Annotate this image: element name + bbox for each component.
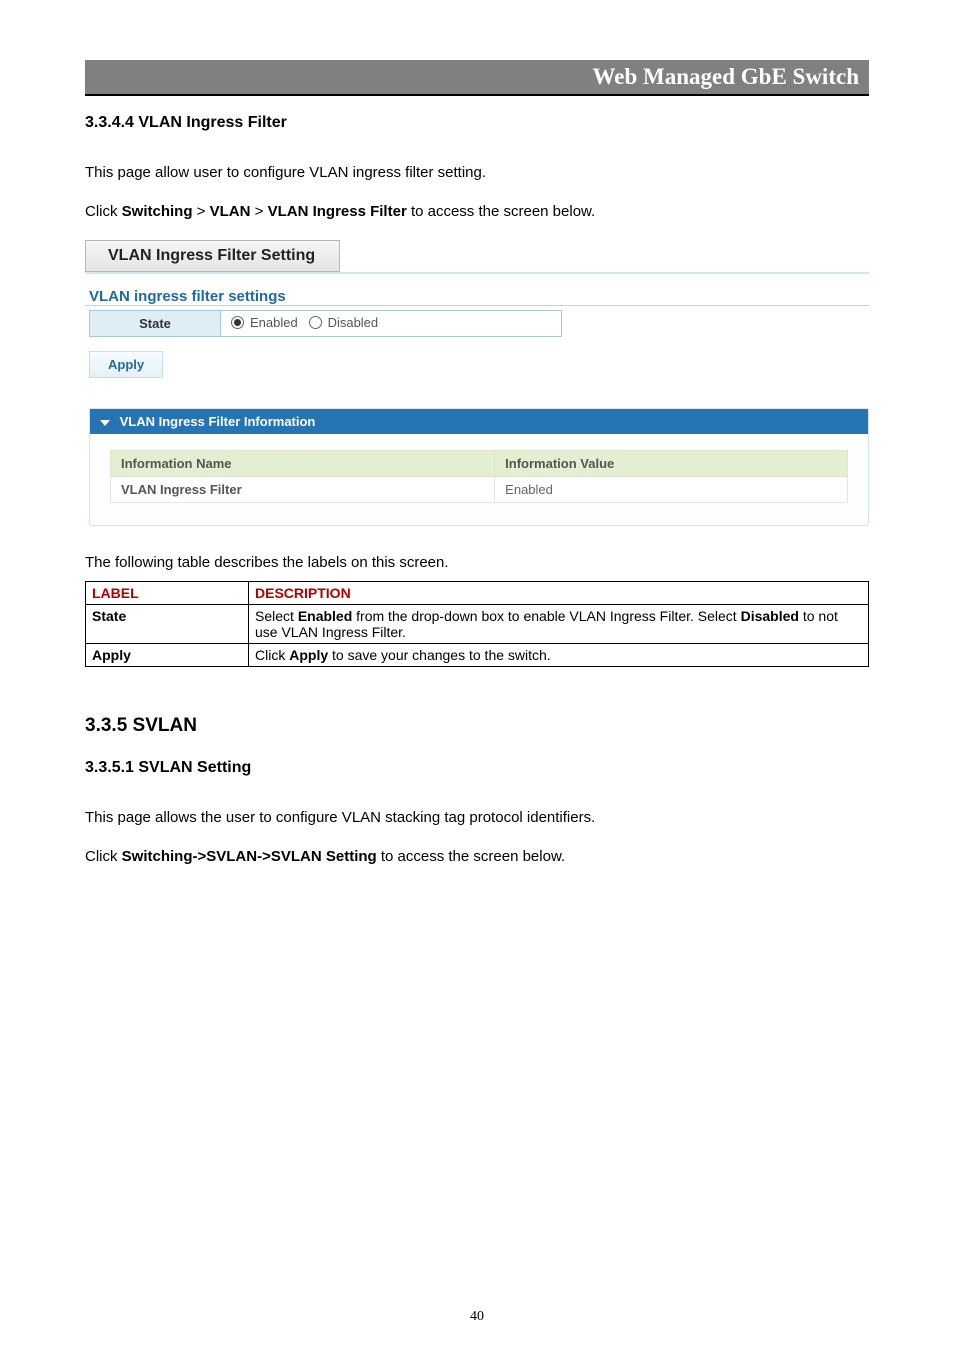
table-row: State Select Enabled from the drop-down …	[86, 605, 869, 644]
table-row: State Enabled Disabled	[90, 311, 562, 337]
section2-nav: Click Switching->SVLAN->SVLAN Setting to…	[85, 846, 869, 867]
desc-col-label: LABEL	[86, 582, 249, 605]
description-table: LABEL DESCRIPTION State Select Enabled f…	[85, 581, 869, 667]
nav-vlan: VLAN	[210, 203, 251, 220]
state-disabled-option[interactable]: Disabled	[309, 315, 379, 330]
desc-row1-label: Apply	[86, 644, 249, 667]
desc-r1-pre: Click	[255, 647, 289, 663]
ui-divider	[85, 272, 869, 274]
info-header-text: VLAN Ingress Filter Information	[120, 414, 316, 429]
state-label-cell: State	[90, 311, 221, 337]
nav-switching: Switching	[122, 203, 193, 220]
nav2-path: Switching->SVLAN->SVLAN Setting	[122, 848, 377, 865]
nav-prefix: Click	[85, 203, 122, 220]
enabled-label: Enabled	[250, 315, 298, 330]
table-row: LABEL DESCRIPTION	[86, 582, 869, 605]
desc-row0-label: State	[86, 605, 249, 644]
radio-enabled-icon	[231, 316, 244, 329]
info-panel-body: Information Name Information Value VLAN …	[90, 434, 868, 525]
desc-r1-b1: Apply	[289, 647, 328, 663]
ui-panel-title: VLAN Ingress Filter Setting	[85, 240, 340, 272]
page-number: 40	[0, 1309, 954, 1325]
nav-sep1: >	[193, 203, 210, 220]
info-table: Information Name Information Value VLAN …	[110, 450, 848, 503]
desc-r0-b1: Enabled	[298, 608, 352, 624]
ui-subtitle: VLAN ingress filter settings	[85, 288, 869, 306]
info-col-name: Information Name	[111, 451, 495, 477]
nav-sep2: >	[250, 203, 267, 220]
desc-r0-b2: Disabled	[741, 608, 799, 624]
table-row: Apply Click Apply to save your changes t…	[86, 644, 869, 667]
info-row-value: Enabled	[495, 477, 848, 503]
section1-para1: This page allow user to configure VLAN i…	[85, 162, 869, 183]
section-heading-3344: 3.3.4.4 VLAN Ingress Filter	[85, 114, 869, 132]
state-enabled-option[interactable]: Enabled	[231, 315, 298, 330]
state-value-cell: Enabled Disabled	[221, 311, 562, 337]
info-panel-header[interactable]: VLAN Ingress Filter Information	[90, 409, 868, 434]
desc-row1-desc: Click Apply to save your changes to the …	[249, 644, 869, 667]
table-row: VLAN Ingress Filter Enabled	[111, 477, 848, 503]
desc-row0-desc: Select Enabled from the drop-down box to…	[249, 605, 869, 644]
section2-para1: This page allows the user to configure V…	[85, 807, 869, 828]
section-heading-335: 3.3.5 SVLAN	[85, 715, 869, 737]
doc-header-bar: Web Managed GbE Switch	[85, 60, 869, 96]
desc-intro: The following table describes the labels…	[85, 554, 869, 571]
disabled-label: Disabled	[328, 315, 379, 330]
desc-r0-mid: from the drop-down box to enable VLAN In…	[352, 608, 740, 624]
desc-r1-mid: to save your changes to the switch.	[328, 647, 551, 663]
chevron-down-icon	[100, 420, 110, 426]
nav2-prefix: Click	[85, 848, 122, 865]
section-heading-3351: 3.3.5.1 SVLAN Setting	[85, 759, 869, 777]
section1-nav: Click Switching > VLAN > VLAN Ingress Fi…	[85, 201, 869, 222]
doc-header-title: Web Managed GbE Switch	[593, 64, 859, 89]
info-row-label: VLAN Ingress Filter	[111, 477, 495, 503]
settings-table: State Enabled Disabled	[89, 310, 562, 337]
ui-screenshot: VLAN Ingress Filter Setting VLAN ingress…	[85, 240, 869, 526]
radio-disabled-icon	[309, 316, 322, 329]
info-panel: VLAN Ingress Filter Information Informat…	[89, 408, 869, 526]
table-row: Information Name Information Value	[111, 451, 848, 477]
nav-filter: VLAN Ingress Filter	[268, 203, 407, 220]
desc-col-desc: DESCRIPTION	[249, 582, 869, 605]
desc-r0-pre: Select	[255, 608, 298, 624]
nav-suffix: to access the screen below.	[407, 203, 595, 220]
apply-button[interactable]: Apply	[89, 351, 163, 378]
info-col-value: Information Value	[495, 451, 848, 477]
nav2-suffix: to access the screen below.	[377, 848, 565, 865]
